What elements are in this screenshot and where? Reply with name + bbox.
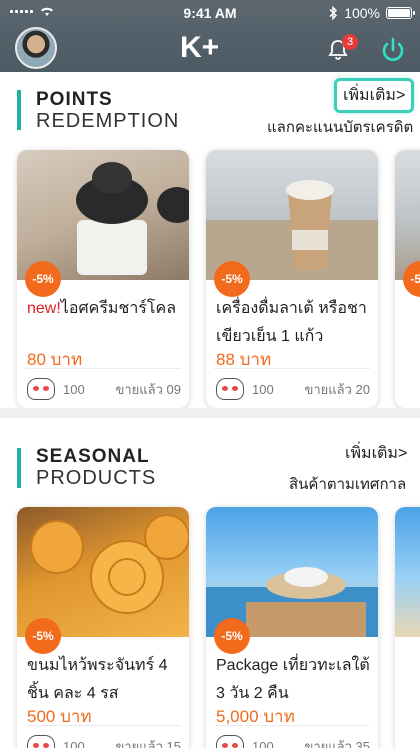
section-accent-bar [17,448,21,488]
discount-badge: -5% [214,261,250,297]
top-bar: 9:41 AM 100% K+ 3 [0,0,420,72]
card-divider [214,368,370,369]
product-name-text: ไอศครีมชาร์โคล [60,300,176,317]
sold-count: ขายแล้ว 09 [115,381,181,397]
product-card[interactable]: -5% ขนมไหว้พระจันทร์ 4 ชิ้น คละ 4 รส 500… [17,507,189,748]
product-card[interactable]: -5% เครื่องดื่มลาเต้ หรือชาเขียวเย็น 1 แ… [206,150,378,408]
card-footer: 100 ขายแล้ว 15 [27,735,181,748]
product-name: Package เที่ยวทะเลใต้ 3 วัน 2 คืน [216,657,370,702]
discount-badge: -5% [214,618,250,654]
app-screen: 9:41 AM 100% K+ 3 POINTS REDEMPTION เพิ่… [0,0,420,748]
cat-icon [27,378,55,400]
more-link[interactable]: เพิ่มเติม> [345,441,407,466]
sold-count: ขายแล้ว 35 [304,738,370,748]
points-value: 100 [252,738,274,748]
product-image [395,507,420,637]
card-footer: 100 ขายแล้ว 09 [27,378,181,400]
card-divider [25,725,181,726]
bluetooth-icon [329,6,338,20]
product-name: ขนมไหว้พระจันทร์ 4 ชิ้น คละ 4 รส [27,657,168,702]
section-subtitle: แลกคะแนนบัตรเครดิต [267,119,414,136]
card-footer: 100 ขายแล้ว 20 [216,378,370,400]
card-divider [25,368,181,369]
points-value: 100 [252,381,274,397]
product-card[interactable]: -5% new!ไอศครีมชาร์โคล 80 บาท 100 ขายแล้… [17,150,189,408]
product-name: new!ไอศครีมชาร์โคล [27,295,183,323]
battery-icon [386,7,415,19]
section-title-sub: REDEMPTION [36,110,180,132]
app-logo: K+ [180,31,220,64]
product-card-partial[interactable] [395,507,420,748]
product-card[interactable]: -5% Package เที่ยวทะเลใต้ 3 วัน 2 คืน 5,… [206,507,378,748]
section-title: SEASONAL [36,446,150,467]
card-divider [214,725,370,726]
sold-count: ขายแล้ว 15 [115,738,181,748]
product-card-partial[interactable]: -5% [395,150,420,408]
avatar[interactable] [15,27,57,69]
power-icon[interactable] [378,35,408,65]
notification-badge: 3 [342,34,358,50]
sold-count: ขายแล้ว 20 [304,381,370,397]
cat-icon [27,735,55,748]
new-label: new! [27,300,61,317]
status-bar: 9:41 AM 100% [0,0,420,26]
section-subtitle: สินค้าตามเทศกาล [289,476,407,493]
section-accent-bar [17,90,21,130]
section-divider [0,408,420,418]
section-title-sub: PRODUCTS [36,467,157,489]
discount-badge: -5% [25,618,61,654]
discount-badge: -5% [25,261,61,297]
section-title: POINTS [36,89,113,110]
points-value: 100 [63,738,85,748]
points-value: 100 [63,381,85,397]
cat-icon [216,735,244,748]
status-right: 100% [329,5,415,21]
more-link[interactable]: เพิ่มเติม> [334,78,415,113]
battery-percent: 100% [344,5,380,21]
cat-icon [216,378,244,400]
card-footer: 100 ขายแล้ว 35 [216,735,370,748]
product-name: เครื่องดื่มลาเต้ หรือชาเขียวเย็น 1 แก้ว [216,300,367,345]
